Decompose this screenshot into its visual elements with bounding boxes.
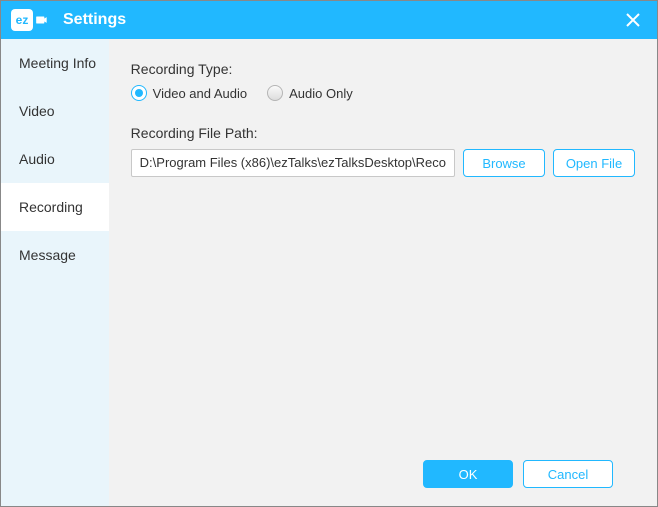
ok-button[interactable]: OK [423,460,513,488]
content-area: Meeting Info Video Audio Recording Messa… [1,39,657,506]
titlebar: ez Settings [1,1,657,39]
main-panel: Recording Type: Video and Audio Audio On… [109,39,657,506]
browse-button[interactable]: Browse [463,149,545,177]
recording-file-path-label: Recording File Path: [131,125,635,141]
file-path-row: D:\Program Files (x86)\ezTalks\ezTalksDe… [131,149,635,177]
file-path-input[interactable]: D:\Program Files (x86)\ezTalks\ezTalksDe… [131,149,455,177]
recording-type-options: Video and Audio Audio Only [131,85,635,101]
sidebar-item-video[interactable]: Video [1,87,109,135]
sidebar-item-recording[interactable]: Recording [1,183,109,231]
dialog-footer: OK Cancel [131,444,635,506]
close-icon [625,12,641,28]
close-button[interactable] [619,6,647,34]
radio-icon [131,85,147,101]
sidebar-item-meeting-info[interactable]: Meeting Info [1,39,109,87]
app-logo: ez [11,9,49,31]
sidebar-item-audio[interactable]: Audio [1,135,109,183]
radio-label: Audio Only [289,86,353,101]
recording-type-label: Recording Type: [131,61,635,77]
sidebar: Meeting Info Video Audio Recording Messa… [1,39,109,506]
radio-icon [267,85,283,101]
radio-label: Video and Audio [153,86,247,101]
logo-icon: ez [11,9,33,31]
sidebar-item-message[interactable]: Message [1,231,109,279]
cancel-button[interactable]: Cancel [523,460,613,488]
camera-icon [35,13,49,27]
radio-video-and-audio[interactable]: Video and Audio [131,85,247,101]
open-file-button[interactable]: Open File [553,149,635,177]
radio-audio-only[interactable]: Audio Only [267,85,353,101]
window-title: Settings [63,11,126,29]
